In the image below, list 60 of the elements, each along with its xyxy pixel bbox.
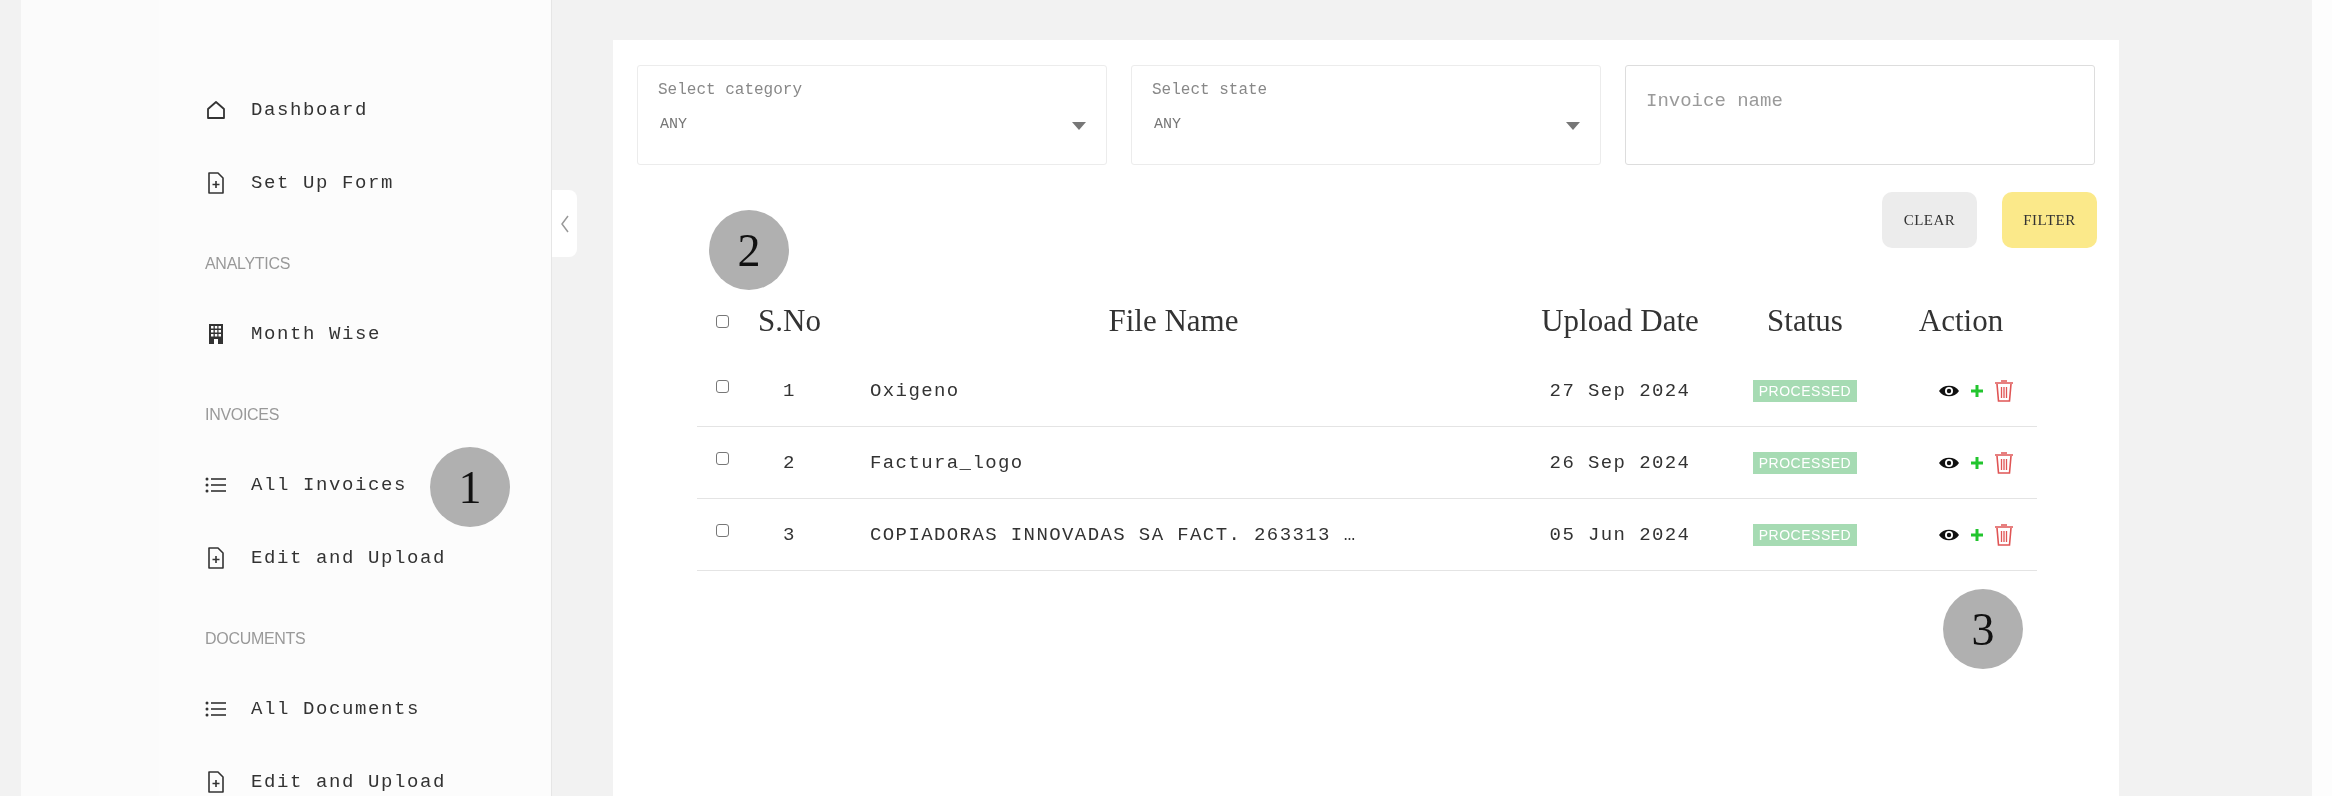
table-cell-text: COPIADORAS INNOVADAS SA FACT. 263313 …: [869, 523, 1357, 546]
table-cell: 27 Sep 2024: [1549, 379, 1691, 402]
row-checkbox[interactable]: [715, 452, 729, 465]
sidebar-item[interactable]: Set Up Form: [205, 164, 395, 202]
field-label: Select category: [658, 81, 803, 99]
column-header: S.No: [758, 303, 821, 339]
status-badge: PROCESSED: [1752, 451, 1858, 474]
field-value: ANY: [660, 116, 687, 133]
table-cell: 2: [783, 451, 796, 474]
select-field[interactable]: Select category ANY: [637, 65, 1107, 165]
table-cell: 1: [783, 379, 796, 402]
section-heading: DOCUMENTS: [205, 629, 306, 649]
sidebar-item[interactable]: Dashboard: [205, 91, 369, 129]
building-icon: [207, 323, 225, 345]
status-badge: PROCESSED: [1752, 379, 1858, 402]
collapse-toggle[interactable]: [552, 190, 577, 257]
eye-icon[interactable]: [1938, 527, 1960, 542]
status-badge: PROCESSED: [1752, 523, 1858, 546]
eye-icon[interactable]: [1938, 455, 1960, 470]
file-plus-icon: [207, 547, 225, 569]
file-plus-icon: [207, 771, 225, 793]
plus-icon[interactable]: [1970, 527, 1984, 542]
invoice-name-field[interactable]: Invoice name: [1625, 65, 2095, 165]
field-value: ANY: [1154, 116, 1181, 133]
sidebar-item[interactable]: All Invoices: [205, 466, 408, 504]
select-field[interactable]: Select state ANY: [1131, 65, 1601, 165]
row-checkbox[interactable]: [715, 380, 729, 393]
column-header: Action: [1918, 303, 2004, 339]
sidebar-item[interactable]: Edit and Upload: [205, 763, 447, 796]
dropdown-caret-icon: [1072, 122, 1086, 130]
chevron-left-icon: [559, 213, 570, 234]
section-heading: INVOICES: [205, 405, 280, 425]
section-heading: ANALYTICS: [205, 254, 291, 274]
column-header: File Name: [1108, 303, 1239, 339]
column-header: Upload Date: [1541, 303, 1699, 339]
plus-icon[interactable]: [1970, 383, 1984, 398]
sidebar-item[interactable]: Edit and Upload: [205, 539, 447, 577]
sidebar-item[interactable]: Month Wise: [205, 315, 382, 353]
trash-icon[interactable]: [1994, 522, 2014, 547]
list-icon: [205, 477, 227, 493]
table-cell: 3: [783, 523, 796, 546]
trash-icon[interactable]: [1994, 450, 2014, 475]
list-icon: [205, 701, 227, 717]
file-plus-icon: [207, 172, 225, 194]
row-checkbox[interactable]: [715, 524, 729, 537]
dropdown-caret-icon: [1566, 122, 1580, 130]
table-cell: 05 Jun 2024: [1549, 523, 1691, 546]
column-header: Status: [1767, 303, 1843, 339]
plus-icon[interactable]: [1970, 455, 1984, 470]
trash-icon[interactable]: [1994, 378, 2014, 403]
table-cell-text: Factura_logo: [869, 451, 1024, 474]
table-cell: 26 Sep 2024: [1549, 451, 1691, 474]
filter-button[interactable]: FILTER: [2002, 192, 2097, 248]
clear-button[interactable]: CLEAR: [1882, 192, 1977, 248]
field-label: Select state: [1152, 81, 1268, 99]
select-all-checkbox[interactable]: [715, 314, 729, 328]
sidebar-item[interactable]: All Documents: [205, 690, 421, 728]
table-cell-text: Oxigeno: [869, 379, 960, 402]
home-icon: [205, 99, 227, 121]
eye-icon[interactable]: [1938, 383, 1960, 398]
